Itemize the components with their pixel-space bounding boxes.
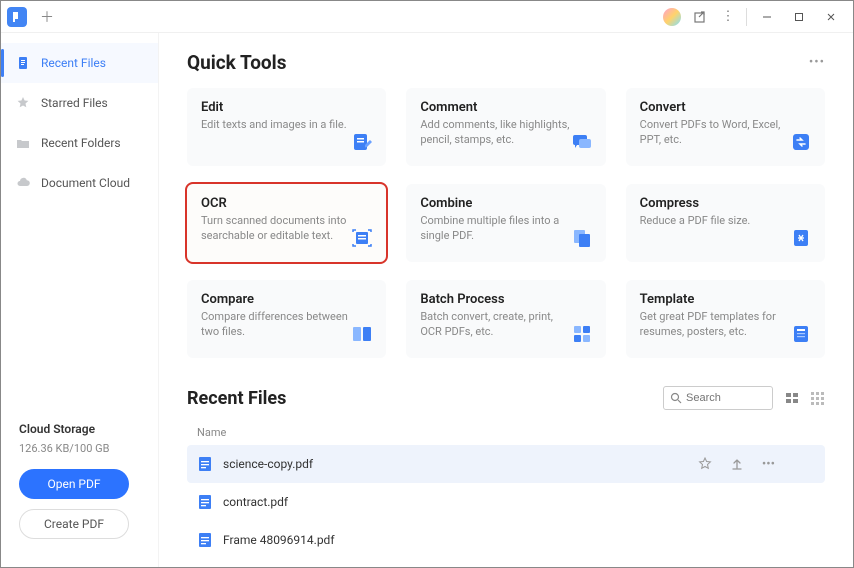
pdf-file-icon [197,532,213,548]
sidebar-item-recent-files[interactable]: Recent Files [1,43,158,83]
compare-icon [350,322,374,346]
sidebar-item-recent-folders[interactable]: Recent Folders [1,123,158,163]
sidebar-item-label: Recent Folders [41,136,121,150]
storage-title: Cloud Storage [19,422,140,436]
ocr-icon [350,226,374,250]
sidebar-item-document-cloud[interactable]: Document Cloud [1,163,158,203]
sidebar-item-label: Recent Files [41,56,106,70]
app-logo [7,7,27,27]
tool-title: Batch Process [420,292,591,307]
titlebar-divider [746,8,747,26]
create-pdf-button[interactable]: Create PDF [19,509,129,539]
maximize-button[interactable] [783,3,815,31]
sidebar-item-label: Document Cloud [41,176,130,190]
tool-title: Convert [640,100,811,115]
file-name: science-copy.pdf [223,457,688,471]
file-name: contract.pdf [223,495,815,509]
tool-edit[interactable]: Edit Edit texts and images in a file. [187,88,386,166]
tool-title: Compare [201,292,372,307]
edit-icon [350,130,374,154]
file-row[interactable]: Frame 48096914.pdf [187,521,825,559]
file-name: Frame 48096914.pdf [223,533,815,547]
template-icon [789,322,813,346]
star-icon [15,95,31,111]
tool-combine[interactable]: Combine Combine multiple files into a si… [406,184,605,262]
quick-tools-title: Quick Tools [187,51,286,74]
tool-desc: Compare differences between two files. [201,310,351,340]
storage-usage: 126.36 KB/100 GB [19,442,140,455]
combine-icon [570,226,594,250]
upload-icon[interactable] [730,457,744,472]
sidebar: Recent Files Starred Files Recent Folder… [1,33,159,567]
tool-desc: Add comments, like highlights, pencil, s… [420,118,570,148]
convert-icon [789,130,813,154]
tool-desc: Reduce a PDF file size. [640,214,790,229]
document-icon [15,55,31,71]
avatar-icon[interactable] [658,3,686,31]
search-input[interactable] [686,392,766,404]
star-icon[interactable] [698,457,712,472]
tool-convert[interactable]: Convert Convert PDFs to Word, Excel, PPT… [626,88,825,166]
tool-comment[interactable]: Comment Add comments, like highlights, p… [406,88,605,166]
tool-compress[interactable]: Compress Reduce a PDF file size. [626,184,825,262]
tool-desc: Convert PDFs to Word, Excel, PPT, etc. [640,118,790,148]
pdf-file-icon [197,494,213,510]
sidebar-item-label: Starred Files [41,96,108,110]
batch-icon [570,322,594,346]
tool-desc: Combine multiple files into a single PDF… [420,214,570,244]
tool-title: Comment [420,100,591,115]
sidebar-item-starred-files[interactable]: Starred Files [1,83,158,123]
quick-tools-more[interactable]: ••• [809,55,825,70]
tool-desc: Edit texts and images in a file. [201,118,351,133]
share-icon[interactable] [686,3,714,31]
search-icon [670,392,682,404]
titlebar: ＋ ⋮ [1,1,853,33]
tool-desc: Batch convert, create, print, OCR PDFs, … [420,310,570,340]
list-view-icon[interactable] [785,391,800,406]
file-row[interactable]: science-copy.pdf ••• [187,445,825,483]
compress-icon [789,226,813,250]
grid-view-icon[interactable] [810,391,825,406]
column-header-name: Name [187,420,825,445]
tool-title: Edit [201,100,372,115]
tool-compare[interactable]: Compare Compare differences between two … [187,280,386,358]
tool-title: Compress [640,196,811,211]
quick-tools-grid: Edit Edit texts and images in a file. Co… [187,88,825,358]
tool-title: OCR [201,196,372,211]
tool-title: Combine [420,196,591,211]
row-actions: ••• [698,457,815,472]
tool-desc: Turn scanned documents into searchable o… [201,214,351,244]
main-content: Quick Tools ••• Edit Edit texts and imag… [159,33,853,567]
new-tab-button[interactable]: ＋ [37,7,57,27]
tool-title: Template [640,292,811,307]
search-box[interactable] [663,386,773,410]
kebab-icon[interactable]: ⋮ [714,3,742,31]
pdf-file-icon [197,456,213,472]
tool-ocr[interactable]: OCR Turn scanned documents into searchab… [187,184,386,262]
tool-template[interactable]: Template Get great PDF templates for res… [626,280,825,358]
cloud-icon [15,175,31,191]
close-button[interactable] [815,3,847,31]
open-pdf-button[interactable]: Open PDF [19,469,129,499]
recent-files-title: Recent Files [187,388,286,409]
file-row[interactable]: contract.pdf [187,483,825,521]
tool-batch-process[interactable]: Batch Process Batch convert, create, pri… [406,280,605,358]
comment-icon [570,130,594,154]
folder-icon [15,135,31,151]
more-icon[interactable]: ••• [762,457,775,472]
tool-desc: Get great PDF templates for resumes, pos… [640,310,790,340]
minimize-button[interactable] [751,3,783,31]
